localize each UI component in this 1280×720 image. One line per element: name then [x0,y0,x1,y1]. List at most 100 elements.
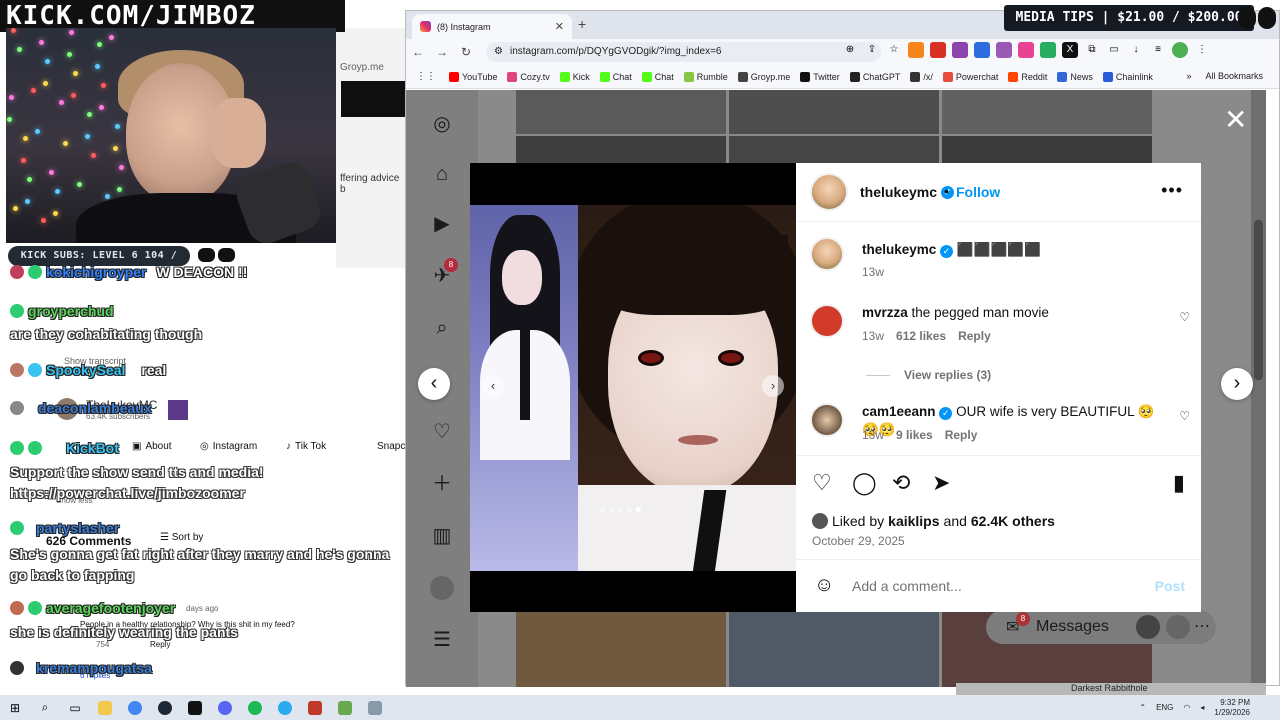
caption-author[interactable]: thelukeymc [862,242,936,257]
reels-icon[interactable]: ▶ [430,212,454,236]
next-post-icon[interactable]: › [1221,368,1253,400]
bookmark-item[interactable]: Twitter [795,71,845,82]
extension-pink-icon[interactable] [1018,42,1034,58]
wifi-icon[interactable]: ◠ [1183,703,1190,712]
commenter-name[interactable]: cam1eeann [862,404,936,419]
more-options-icon[interactable]: ••• [1161,180,1183,201]
like-heart-icon[interactable]: ♡ [812,470,832,496]
extension-green-icon[interactable] [1040,42,1056,58]
commenter-avatar[interactable] [810,304,844,338]
language-indicator[interactable]: ENG [1156,703,1173,712]
comment-likes[interactable]: 612 likes [896,329,946,343]
extension-x-icon[interactable]: X [1062,42,1078,58]
extensions-puzzle-icon[interactable]: ⧉ [1084,42,1100,58]
add-comment-input[interactable]: Add a comment... [852,578,962,594]
direct-messages-icon[interactable]: ✈ 8 [430,258,458,288]
media-next-icon[interactable]: › [762,375,784,397]
volume-icon[interactable]: ◂ [1200,703,1204,712]
post-media[interactable]: ‹ › [470,163,796,612]
telegram-icon[interactable] [270,695,300,720]
bookmark-item[interactable]: Cozy.tv [502,71,554,82]
liked-by-user[interactable]: kaiklips [888,513,939,529]
extension-blue-icon[interactable] [974,42,990,58]
bookmark-item[interactable]: Powerchat [938,71,1004,82]
liked-by-others[interactable]: 62.4K others [971,513,1055,529]
previous-post-icon[interactable]: ‹ [418,368,450,400]
tray-up-icon[interactable]: ⌃ [1139,703,1146,712]
steam-icon[interactable] [150,695,180,720]
media-previous-icon[interactable]: ‹ [482,375,504,397]
home-icon[interactable]: ⌂ [430,162,454,186]
search-icon[interactable]: ⌕ [30,695,60,720]
share-send-icon[interactable]: ➤ [932,470,950,496]
like-comment-icon[interactable]: ♡ [1179,310,1190,324]
create-plus-icon[interactable]: ＋ [430,472,454,496]
bookmark-item[interactable]: Chainlink [1098,71,1158,82]
close-modal-icon[interactable]: ✕ [1224,106,1247,134]
extension-metamask-icon[interactable] [908,42,924,58]
bookmark-item[interactable]: Chat [637,71,679,82]
new-tab-icon[interactable]: + [578,16,586,32]
menu-icon[interactable]: ☰ [430,628,454,652]
post-comment-button[interactable]: Post [1155,578,1185,594]
minecraft-icon[interactable] [330,695,360,720]
emoji-icon[interactable]: ☺ [814,574,834,597]
zoom-icon[interactable]: ⊕ [842,42,858,58]
media-icon[interactable]: ≡ [1150,42,1166,58]
save-bookmark-icon[interactable]: ▮ [1173,470,1185,496]
instagram-logo-icon[interactable]: ◎ [430,112,454,136]
search-icon[interactable]: ⌕ [430,316,454,340]
bookmark-item[interactable]: Rumble [679,71,733,82]
adobe-icon[interactable] [300,695,330,720]
like-comment-icon[interactable]: ♡ [1179,409,1190,423]
address-bar[interactable]: ⚙ instagram.com/p/DQYgGVODgik/?img_index… [486,42,881,62]
clock[interactable]: 9:32 PM 1/29/2026 [1214,698,1250,718]
close-tab-icon[interactable]: ✕ [555,20,564,33]
commenter-avatar[interactable] [810,403,844,437]
bookmark-star-icon[interactable]: ☆ [886,42,902,58]
terminal-icon[interactable] [180,695,210,720]
bookmark-item[interactable]: News [1052,71,1098,82]
bookmark-item[interactable]: Reddit [1003,71,1052,82]
extension-purple-icon[interactable] [952,42,968,58]
forward-icon[interactable]: → [430,45,454,59]
comment-reply-button[interactable]: Reply [958,329,991,343]
reload-icon[interactable]: ↻ [454,45,478,59]
share-icon[interactable]: ⇪ [864,42,880,58]
tab-instagram[interactable]: (8) Instagram ✕ [412,14,572,39]
file-explorer-icon[interactable] [90,695,120,720]
download-icon[interactable]: ↓ [1128,42,1144,58]
author-name[interactable]: thelukeymc ✓ [860,184,955,200]
bookmark-item[interactable]: YouTube [444,71,502,82]
app-icon[interactable] [360,695,390,720]
caption-avatar[interactable] [810,237,844,271]
extension-red-icon[interactable] [930,42,946,58]
page-scrollbar[interactable] [1251,90,1266,687]
repost-icon[interactable]: ⟲ [892,470,910,496]
site-info-icon[interactable]: ⚙ [494,42,503,62]
bookmark-item[interactable]: Kick [555,71,595,82]
scrollbar-thumb[interactable] [1254,220,1263,380]
task-view-icon[interactable]: ▭ [60,695,90,720]
view-replies-button[interactable]: View replies (3) [866,368,991,382]
spotify-icon[interactable] [240,695,270,720]
menu-kebab-icon[interactable]: ⋮ [1194,42,1210,58]
profile-avatar-icon[interactable] [1172,42,1188,58]
apps-grid-icon[interactable]: ⋮⋮ [416,71,436,82]
bookmark-item[interactable]: ChatGPT [845,71,906,82]
discord-icon[interactable] [210,695,240,720]
all-bookmarks[interactable]: All Bookmarks [1205,71,1263,81]
follow-button[interactable]: Follow [956,184,1000,200]
sidepanel-icon[interactable]: ▭ [1106,42,1122,58]
comment-likes[interactable]: 9 likes [896,428,933,442]
bookmark-item[interactable]: /x/ [905,71,938,82]
chrome-icon[interactable] [120,695,150,720]
profile-avatar[interactable] [430,576,454,600]
bookmark-item[interactable]: Groyp.me [733,71,796,82]
extension-violet-icon[interactable] [996,42,1012,58]
start-icon[interactable]: ⊞ [0,695,30,720]
more-bookmarks-icon[interactable]: » [1186,71,1191,81]
bookmark-item[interactable]: Chat [595,71,637,82]
author-avatar[interactable] [810,173,848,211]
comment-bubble-icon[interactable]: ◯ [852,470,877,496]
